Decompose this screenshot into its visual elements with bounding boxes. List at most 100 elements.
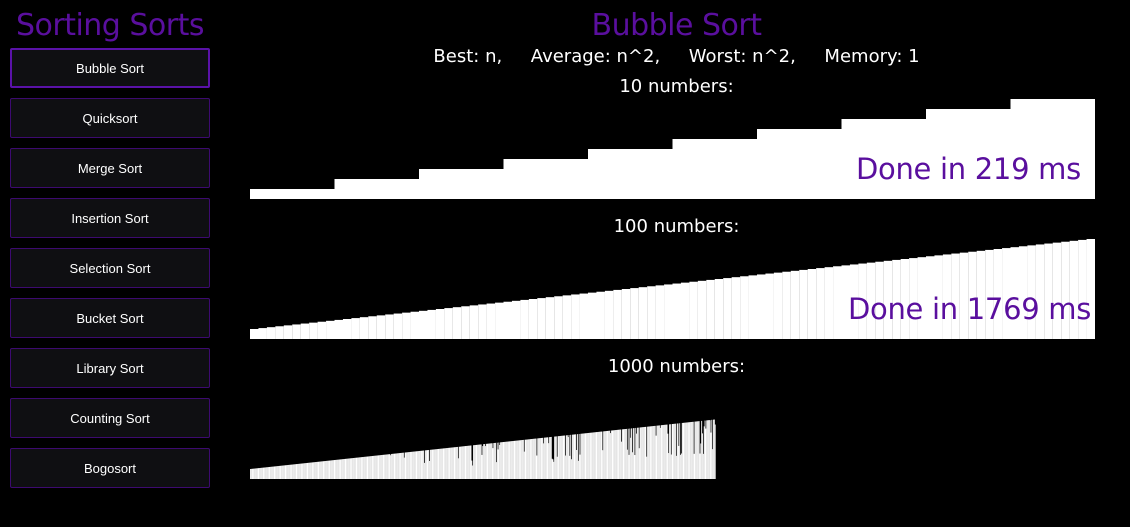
sort-bar	[320, 461, 322, 479]
sort-bar	[668, 453, 670, 479]
sort-bar	[419, 450, 421, 479]
sort-bar	[604, 431, 605, 479]
sidebar-item-bucket-sort[interactable]: Bucket Sort	[10, 298, 210, 338]
sort-bar	[356, 457, 358, 479]
sort-bar	[281, 465, 283, 479]
sort-bar	[402, 452, 403, 479]
sort-bar	[626, 449, 628, 479]
sort-bar	[545, 297, 555, 339]
sort-bar	[664, 424, 665, 479]
sort-bar	[277, 466, 278, 479]
sort-bar	[704, 420, 706, 479]
sort-bar	[669, 424, 671, 479]
sort-bar	[375, 455, 377, 479]
sort-bar	[712, 449, 714, 479]
sort-bar	[361, 457, 363, 479]
sort-bar	[476, 444, 478, 479]
sort-bar	[551, 458, 553, 479]
sort-bar	[492, 448, 494, 479]
sort-bar	[520, 299, 529, 339]
sort-bar	[318, 461, 320, 479]
sort-bar	[413, 451, 415, 479]
sort-bar	[295, 464, 297, 479]
sort-bar	[548, 443, 550, 479]
sidebar-item-insertion-sort[interactable]: Insertion Sort	[10, 198, 210, 238]
sort-bar	[674, 423, 676, 479]
sort-bar	[372, 455, 374, 479]
sort-bar	[452, 307, 462, 339]
sort-bar	[414, 451, 416, 479]
sort-bar	[446, 448, 448, 479]
sort-bar	[707, 420, 709, 479]
sort-bar	[250, 189, 335, 199]
sort-bar	[593, 432, 595, 479]
sort-bar	[689, 422, 691, 479]
sort-bar	[296, 464, 298, 479]
sort-bar	[673, 423, 675, 479]
sort-bar	[481, 454, 483, 479]
sort-bar	[583, 433, 585, 479]
sort-bar	[419, 450, 420, 479]
sidebar-item-quicksort[interactable]: Quicksort	[10, 98, 210, 138]
sort-bar	[627, 428, 629, 479]
sort-bar	[461, 306, 470, 339]
sort-bar	[681, 422, 683, 479]
sidebar-item-selection-sort[interactable]: Selection Sort	[10, 248, 210, 288]
sort-bar	[484, 446, 486, 479]
sort-bar	[465, 446, 467, 479]
sort-bar	[457, 458, 459, 479]
sort-bar	[588, 292, 597, 339]
sort-bar	[297, 463, 299, 479]
sort-bar	[757, 274, 766, 339]
sort-bar	[707, 420, 709, 479]
sort-bar	[543, 443, 545, 479]
sort-bar	[487, 443, 489, 479]
sort-bar	[250, 329, 259, 339]
sort-bar	[655, 285, 665, 339]
sort-bar	[321, 461, 323, 479]
sort-bar	[251, 468, 253, 479]
sort-bar	[833, 266, 842, 339]
sort-bar	[402, 452, 404, 479]
sort-bar	[277, 466, 279, 479]
sidebar-item-merge-sort[interactable]: Merge Sort	[10, 148, 210, 188]
sort-bar	[360, 457, 362, 479]
sort-bar	[581, 433, 583, 479]
sort-bar	[680, 282, 690, 339]
sort-bar	[541, 437, 543, 479]
sort-bar	[511, 441, 513, 479]
sort-bar	[420, 450, 422, 479]
sort-bar	[261, 467, 263, 479]
sort-bar	[605, 431, 607, 479]
sort-bar	[385, 454, 387, 479]
sort-bar	[484, 444, 485, 479]
sidebar-item-library-sort[interactable]: Library Sort	[10, 348, 210, 388]
sort-bar	[252, 468, 254, 479]
sort-bar	[560, 435, 562, 479]
sort-bar	[588, 149, 673, 199]
sidebar-item-counting-sort[interactable]: Counting Sort	[10, 398, 210, 438]
sort-bar	[799, 269, 808, 339]
sort-bar	[697, 280, 707, 339]
sort-bar	[268, 467, 270, 479]
sort-bar	[290, 464, 292, 479]
sort-bar	[706, 420, 708, 479]
sort-bar	[653, 425, 655, 479]
sort-bar	[612, 430, 614, 479]
sort-bar	[454, 447, 456, 479]
sort-bar	[427, 309, 436, 339]
sort-bar	[680, 453, 682, 479]
sort-bar	[549, 437, 551, 479]
sort-bar	[693, 453, 695, 479]
sidebar-item-bubble-sort[interactable]: Bubble Sort	[10, 48, 210, 88]
sort-bar	[405, 452, 407, 479]
sort-bar	[621, 289, 631, 339]
sort-bar	[436, 449, 438, 479]
sidebar-item-bogosort[interactable]: Bogosort	[10, 448, 210, 488]
sort-bar	[444, 448, 446, 479]
sort-bar	[671, 424, 673, 479]
sort-bar	[498, 442, 500, 479]
sort-bar	[351, 458, 353, 479]
sort-bar	[603, 431, 605, 479]
sort-bar	[354, 457, 356, 479]
